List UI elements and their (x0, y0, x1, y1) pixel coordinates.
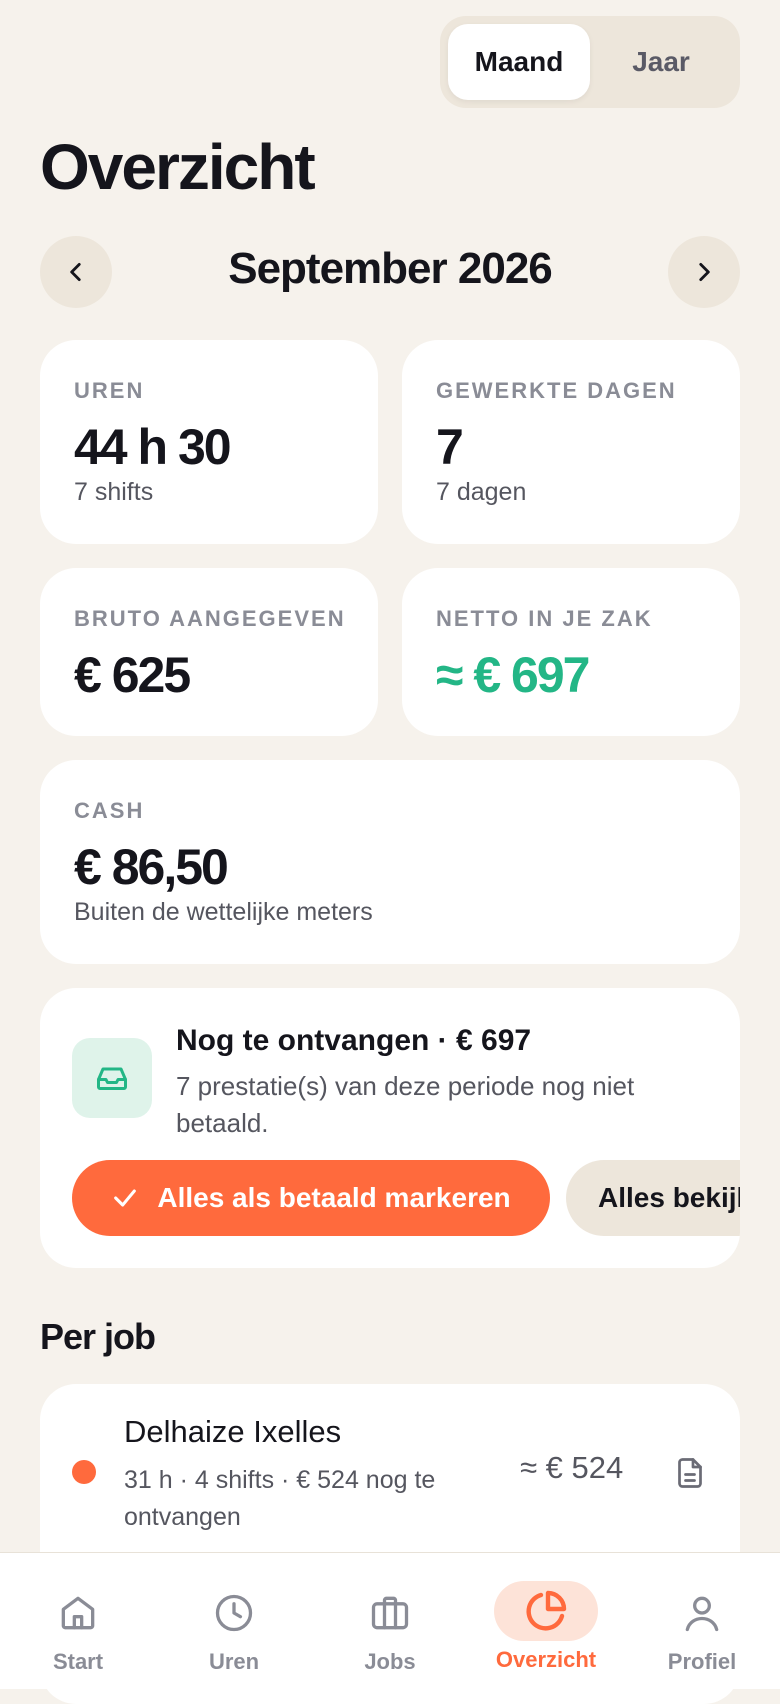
document-icon[interactable] (672, 1454, 708, 1497)
home-icon (26, 1583, 130, 1643)
gross-value: € 625 (74, 647, 191, 703)
mark-all-paid-label: Alles als betaald markeren (157, 1182, 511, 1213)
tab-jobs[interactable]: Jobs (312, 1553, 468, 1689)
period-label: September 2026 (228, 244, 553, 293)
net-label: NETTO IN JE ZAK (436, 606, 653, 631)
worked-days-value: 7 (436, 419, 464, 475)
tab-overzicht[interactable]: Overzicht (468, 1553, 624, 1689)
briefcase-icon (338, 1583, 442, 1643)
toggle-year-button[interactable]: Jaar (590, 24, 732, 100)
per-job-heading: Per job (40, 1316, 156, 1357)
tab-label: Overzicht (495, 1647, 597, 1672)
toggle-month-button[interactable]: Maand (448, 24, 590, 100)
hours-label: UREN (74, 378, 145, 403)
chevron-right-icon (699, 263, 710, 281)
bottom-tab-bar: Start Uren Jobs Overzicht Profiel (0, 1552, 780, 1689)
hours-value: 44 h 30 (74, 419, 232, 475)
tab-start[interactable]: Start (0, 1553, 156, 1689)
worked-days-card: GEWERKTE DAGEN 7 7 dagen (402, 340, 740, 544)
cash-sub: Buiten de wettelijke meters (74, 898, 373, 926)
hours-sub: 7 shifts (74, 478, 154, 506)
tab-label: Profiel (667, 1649, 737, 1674)
net-value: ≈ € 697 (436, 647, 590, 703)
cash-value: € 86,50 (74, 839, 229, 895)
job-amount: ≈ € 524 (520, 1450, 624, 1485)
gross-card: BRUTO AANGEGEVEN € 625 (40, 568, 378, 736)
hours-card: UREN 44 h 30 7 shifts (40, 340, 378, 544)
net-card: NETTO IN JE ZAK ≈ € 697 (402, 568, 740, 736)
inbox-icon (72, 1038, 152, 1118)
tab-label: Jobs (364, 1649, 416, 1674)
tab-uren[interactable]: Uren (156, 1553, 312, 1689)
clock-icon (182, 1583, 286, 1643)
tab-label: Uren (208, 1649, 260, 1674)
pending-title: Nog te ontvangen · € 697 (176, 1024, 532, 1057)
mark-all-paid-button[interactable]: Alles als betaald markeren (72, 1160, 550, 1236)
worked-days-label: GEWERKTE DAGEN (436, 378, 677, 403)
next-month-button[interactable] (668, 236, 740, 308)
tab-label: Start (52, 1649, 104, 1674)
pie-chart-icon (494, 1581, 598, 1641)
pending-description: 7 prestatie(s) van deze periode nog niet… (176, 1071, 635, 1138)
worked-days-sub: 7 dagen (436, 478, 527, 506)
period-toggle: Maand Jaar (440, 16, 740, 108)
job-meta: 31 h · 4 shifts · € 524 nog te ontvangen (124, 1466, 436, 1531)
page-title: Overzicht (40, 131, 316, 203)
job-color-dot (72, 1460, 96, 1484)
pending-payment-card: Nog te ontvangen · € 697 7 prestatie(s) … (40, 988, 740, 1268)
user-icon (650, 1583, 754, 1643)
check-icon (114, 1189, 137, 1207)
job-name: Delhaize Ixelles (124, 1414, 342, 1449)
gross-label: BRUTO AANGEGEVEN (74, 606, 346, 631)
view-all-button[interactable]: Alles bekijken (566, 1160, 740, 1236)
cash-label: CASH (74, 798, 145, 823)
tab-profiel[interactable]: Profiel (624, 1553, 780, 1689)
cash-card: CASH € 86,50 Buiten de wettelijke meters (40, 760, 740, 964)
